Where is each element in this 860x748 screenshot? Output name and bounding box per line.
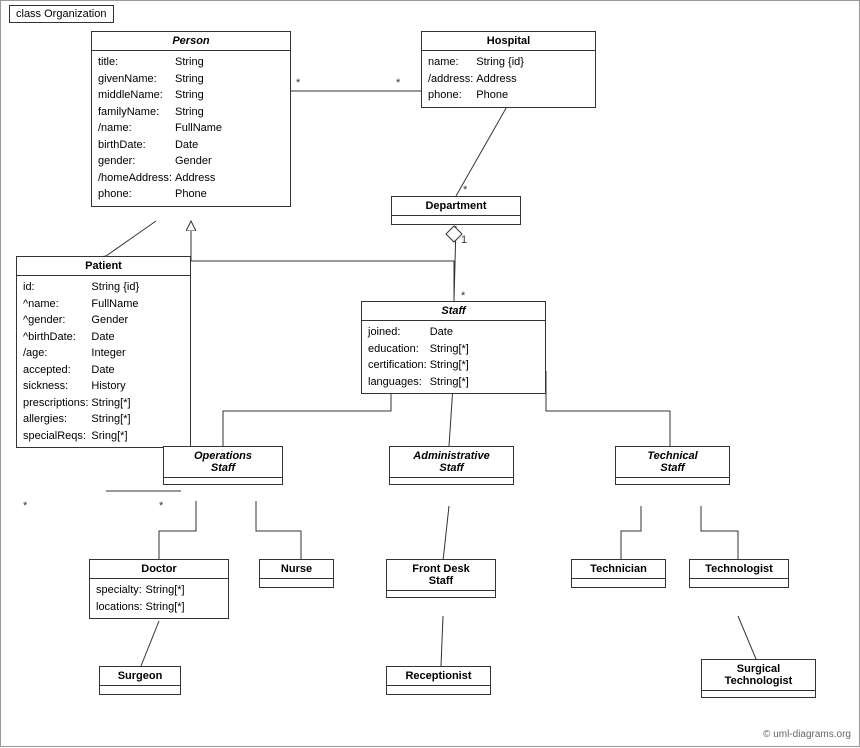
patient-body: id:String {id} ^name:FullName ^gender:Ge… — [17, 276, 190, 447]
hospital-class: Hospital name:String {id} /address:Addre… — [421, 31, 596, 108]
svg-text:1: 1 — [461, 234, 467, 246]
technologist-body — [690, 579, 788, 587]
patient-header: Patient — [17, 257, 190, 276]
person-body: title:String givenName:String middleName… — [92, 51, 290, 206]
technician-header: Technician — [572, 560, 665, 579]
staff-class: Staff joined:Date education:String[*] ce… — [361, 301, 546, 394]
surgeon-header: Surgeon — [100, 667, 180, 686]
front-desk-staff-header: Front DeskStaff — [387, 560, 495, 591]
person-class: Person title:String givenName:String mid… — [91, 31, 291, 207]
technician-body — [572, 579, 665, 587]
surgeon-class: Surgeon — [99, 666, 181, 695]
staff-header: Staff — [362, 302, 545, 321]
doctor-class: Doctor specialty:String[*] locations:Str… — [89, 559, 229, 619]
svg-text:*: * — [159, 500, 164, 512]
operations-staff-body — [164, 478, 282, 484]
patient-class: Patient id:String {id} ^name:FullName ^g… — [16, 256, 191, 448]
receptionist-class: Receptionist — [386, 666, 491, 695]
department-class: Department — [391, 196, 521, 225]
person-header: Person — [92, 32, 290, 51]
watermark: © uml-diagrams.org — [763, 729, 851, 740]
administrative-staff-body — [390, 478, 513, 484]
receptionist-header: Receptionist — [387, 667, 490, 686]
technical-staff-class: TechnicalStaff — [615, 446, 730, 485]
svg-text:*: * — [296, 77, 301, 89]
technician-class: Technician — [571, 559, 666, 588]
surgical-technologist-class: SurgicalTechnologist — [701, 659, 816, 698]
doctor-body: specialty:String[*] locations:String[*] — [90, 579, 228, 618]
department-header: Department — [392, 197, 520, 216]
technologist-class: Technologist — [689, 559, 789, 588]
diagram-container: class Organization — [0, 0, 860, 747]
nurse-body — [260, 579, 333, 587]
nurse-header: Nurse — [260, 560, 333, 579]
surgical-technologist-header: SurgicalTechnologist — [702, 660, 815, 691]
svg-text:*: * — [396, 77, 401, 89]
technical-staff-header: TechnicalStaff — [616, 447, 729, 478]
hospital-body: name:String {id} /address:Address phone:… — [422, 51, 595, 107]
administrative-staff-header: AdministrativeStaff — [390, 447, 513, 478]
front-desk-staff-class: Front DeskStaff — [386, 559, 496, 598]
staff-body: joined:Date education:String[*] certific… — [362, 321, 545, 393]
svg-text:*: * — [23, 500, 28, 512]
surgeon-body — [100, 686, 180, 694]
diagram-title: class Organization — [9, 5, 114, 23]
technical-staff-body — [616, 478, 729, 484]
nurse-class: Nurse — [259, 559, 334, 588]
doctor-header: Doctor — [90, 560, 228, 579]
operations-staff-header: OperationsStaff — [164, 447, 282, 478]
administrative-staff-class: AdministrativeStaff — [389, 446, 514, 485]
svg-text:*: * — [463, 184, 468, 196]
operations-staff-class: OperationsStaff — [163, 446, 283, 485]
receptionist-body — [387, 686, 490, 694]
hospital-header: Hospital — [422, 32, 595, 51]
front-desk-staff-body — [387, 591, 495, 597]
department-body — [392, 216, 520, 224]
technologist-header: Technologist — [690, 560, 788, 579]
surgical-technologist-body — [702, 691, 815, 697]
